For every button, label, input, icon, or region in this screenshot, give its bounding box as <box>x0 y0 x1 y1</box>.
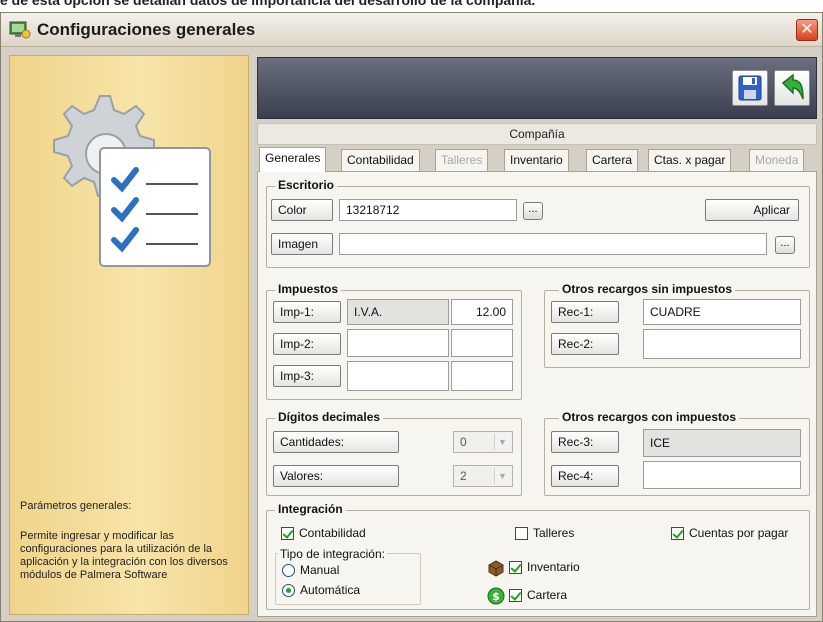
tab-strip: Generales Contabilidad Talleres Inventar… <box>259 147 817 172</box>
cuentas-por-pagar-checkbox[interactable] <box>671 527 684 540</box>
imp-3-name[interactable] <box>347 361 449 391</box>
rec-2-button[interactable]: Rec-2: <box>551 333 619 355</box>
image-field[interactable] <box>339 233 767 255</box>
color-browse-button[interactable]: ... <box>523 202 543 220</box>
save-button[interactable] <box>732 70 768 106</box>
cantidades-button[interactable]: Cantidades: <box>273 431 399 453</box>
top-caption: e de esta opción se detallan datos de im… <box>0 0 536 8</box>
digitos-title: Dígitos decimales <box>275 410 384 424</box>
manual-radio[interactable] <box>282 564 295 577</box>
left-panel-description: Permite ingresar y modificar las configu… <box>20 530 228 581</box>
settings-window: Configuraciones generales ✕ Parámetros g… <box>0 12 823 622</box>
recargos-sin-title: Otros recargos sin impuestos <box>559 282 736 296</box>
recargos-con-title: Otros recargos con impuestos <box>559 410 740 424</box>
tab-cartera[interactable]: Cartera <box>586 149 639 171</box>
chevron-down-icon: ▼ <box>494 434 510 450</box>
imp-2-button[interactable]: Imp-2: <box>273 333 341 355</box>
toolbar-header <box>257 57 817 119</box>
impuestos-group: Impuestos Imp-1: I.V.A. 12.00 Imp-2: Imp… <box>266 282 522 400</box>
escritorio-group: Escritorio Color 13218712 ... Aplicar Im… <box>266 178 810 268</box>
settings-monitor-icon <box>9 21 31 39</box>
valores-button[interactable]: Valores: <box>273 465 399 487</box>
apply-button[interactable]: Aplicar <box>705 199 799 221</box>
cuentas-por-pagar-label: Cuentas por pagar <box>689 526 789 540</box>
title-bar: Configuraciones generales ✕ <box>1 13 822 47</box>
rec-3-value: ICE <box>643 429 801 457</box>
tab-talleres: Talleres <box>435 149 489 171</box>
cantidades-select[interactable]: 0 ▼ <box>453 431 513 453</box>
rec-4-button[interactable]: Rec-4: <box>551 465 619 487</box>
talleres-checkbox[interactable] <box>515 527 528 540</box>
valores-value: 2 <box>460 469 467 483</box>
chevron-down-icon: ▼ <box>494 468 510 484</box>
escritorio-title: Escritorio <box>275 178 338 192</box>
tab-inventario[interactable]: Inventario <box>504 149 569 171</box>
imp-3-button[interactable]: Imp-3: <box>273 365 341 387</box>
close-button[interactable]: ✕ <box>796 19 818 41</box>
cantidades-value: 0 <box>460 435 467 449</box>
imp-1-name: I.V.A. <box>347 299 449 325</box>
cartera-label: Cartera <box>527 588 568 602</box>
imp-1-value[interactable]: 12.00 <box>451 299 513 325</box>
green-arrow-exit-icon <box>781 73 804 100</box>
contabilidad-label: Contabilidad <box>299 526 366 540</box>
tipo-integracion-label: Tipo de integración: <box>278 547 387 561</box>
tipo-integracion-group: Tipo de integración: Manual Automática <box>275 547 421 605</box>
imp-1-button[interactable]: Imp-1: <box>273 301 341 323</box>
image-browse-button[interactable]: ... <box>775 236 795 254</box>
integracion-group: Integración Contabilidad Talleres Cuenta… <box>266 502 810 610</box>
rec-4-value[interactable] <box>643 461 801 489</box>
window-title: Configuraciones generales <box>37 20 256 39</box>
contabilidad-checkbox[interactable] <box>281 527 294 540</box>
rec-1-value[interactable]: CUADRE <box>643 299 801 325</box>
recargos-con-group: Otros recargos con impuestos Rec-3: ICE … <box>544 410 810 496</box>
integracion-title: Integración <box>275 502 346 516</box>
color-field[interactable]: 13218712 <box>339 199 517 221</box>
inventario-label: Inventario <box>527 560 580 574</box>
cartera-checkbox[interactable] <box>509 589 522 602</box>
tab-page-generales: Escritorio Color 13218712 ... Aplicar Im… <box>257 171 817 617</box>
digitos-group: Dígitos decimales Cantidades: 0 ▼ Valore… <box>266 410 522 496</box>
automatica-label: Automática <box>300 583 361 597</box>
tab-generales[interactable]: Generales <box>259 147 327 172</box>
impuestos-title: Impuestos <box>275 282 342 296</box>
imp-3-value[interactable] <box>451 361 513 391</box>
left-panel-heading: Parámetros generales: <box>20 500 132 512</box>
money-icon: $ <box>487 587 505 605</box>
tab-ctas-x-pagar[interactable]: Ctas. x pagar <box>648 149 732 171</box>
gear-checklist-icon <box>53 95 211 267</box>
rec-2-value[interactable] <box>643 329 801 359</box>
tab-moneda: Moneda <box>749 149 805 171</box>
inventario-checkbox[interactable] <box>509 561 522 574</box>
left-info-panel: Parámetros generales: Permite ingresar y… <box>9 55 249 615</box>
imp-2-value[interactable] <box>451 329 513 357</box>
exit-button[interactable] <box>774 70 810 106</box>
box-icon <box>488 560 504 577</box>
imp-2-name[interactable] <box>347 329 449 357</box>
recargos-sin-group: Otros recargos sin impuestos Rec-1: CUAD… <box>544 282 810 368</box>
company-section-bar: Compañía <box>257 123 817 145</box>
floppy-disk-icon <box>738 75 762 101</box>
image-button[interactable]: Imagen <box>271 233 333 255</box>
rec-1-button[interactable]: Rec-1: <box>551 301 619 323</box>
talleres-label: Talleres <box>533 526 575 540</box>
tab-contabilidad[interactable]: Contabilidad <box>341 149 420 171</box>
rec-3-button[interactable]: Rec-3: <box>551 431 619 453</box>
svg-text:$: $ <box>492 590 500 603</box>
manual-label: Manual <box>300 563 340 577</box>
color-button[interactable]: Color <box>271 199 333 221</box>
automatica-radio[interactable] <box>282 584 295 597</box>
valores-select[interactable]: 2 ▼ <box>453 465 513 487</box>
